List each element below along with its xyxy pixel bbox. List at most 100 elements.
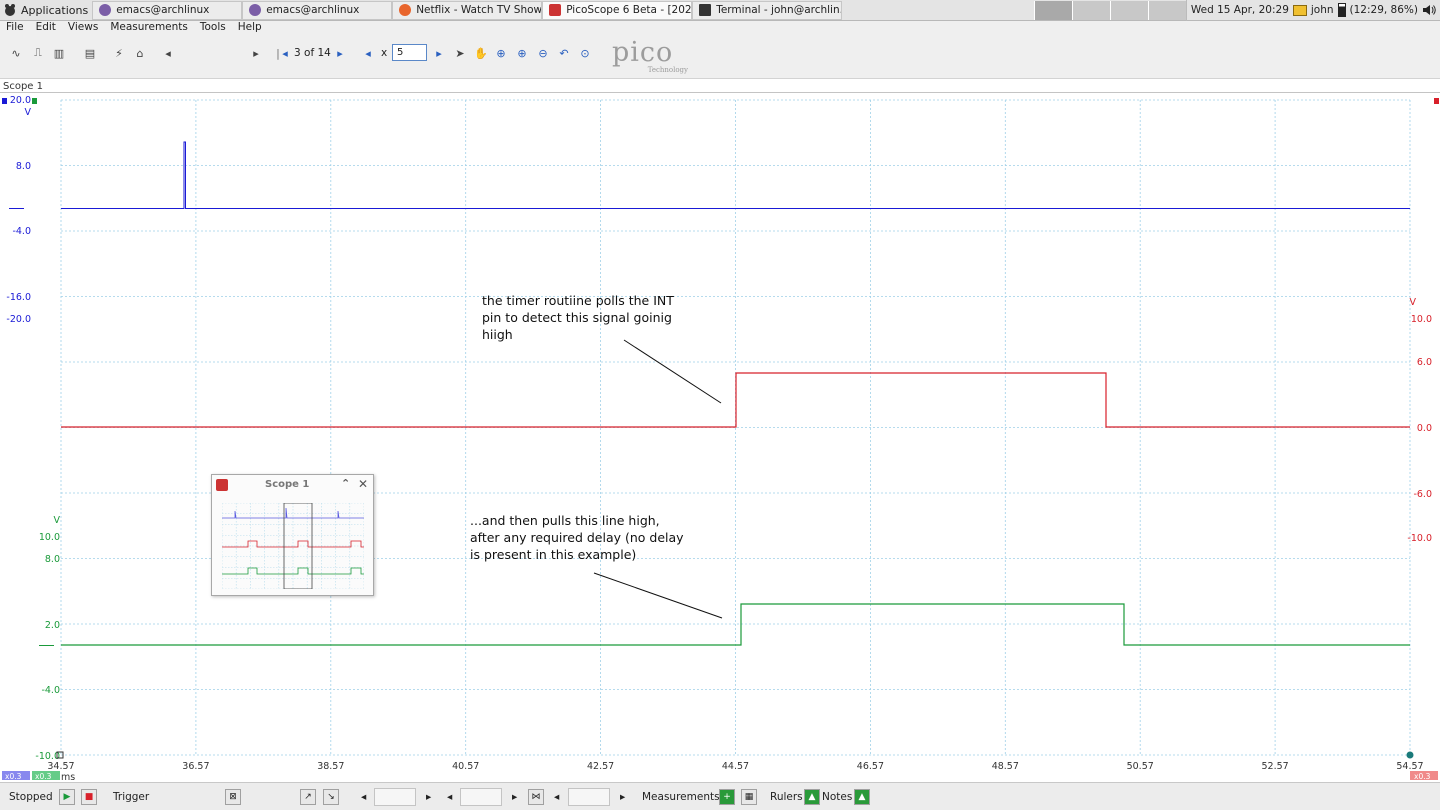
- applications-menu[interactable]: Applications: [0, 0, 92, 21]
- picoscope-icon: [549, 4, 562, 16]
- firefox-icon: [399, 4, 412, 16]
- menu-help[interactable]: Help: [232, 21, 268, 35]
- rising-edge-button[interactable]: ↗: [300, 789, 316, 805]
- overview-plot[interactable]: [222, 503, 364, 589]
- volume-icon[interactable]: [1422, 3, 1436, 17]
- annotation-top: the timer routiine polls the INT pin to …: [482, 292, 712, 343]
- x-tick-label: 44.57: [722, 761, 749, 772]
- zoom-fit-icon[interactable]: ⊙: [577, 45, 593, 61]
- notes-button[interactable]: ▲: [854, 789, 870, 805]
- undo-zoom-icon[interactable]: ↶: [556, 45, 572, 61]
- annotation-top-arrow: [623, 339, 722, 404]
- blue-unit-label: V: [25, 107, 32, 118]
- pico-logo: pico Technology: [612, 39, 694, 76]
- falling-edge-button[interactable]: ↘: [323, 789, 339, 805]
- x-tick-label: 40.57: [452, 761, 479, 772]
- workspace-4[interactable]: [1147, 0, 1186, 20]
- battery-icon[interactable]: [1337, 3, 1346, 17]
- task-emacs-2[interactable]: emacs@archlinux: [242, 0, 393, 20]
- trace-red: [61, 372, 1410, 428]
- x-badge-left2-text: x0.3: [35, 772, 52, 781]
- page-indicator: 3 of 14: [294, 47, 331, 59]
- task-label: PicoScope 6 Beta - [202...: [566, 4, 693, 16]
- overview-close-icon[interactable]: ✕: [358, 477, 368, 491]
- pretrigger-input[interactable]: [568, 788, 610, 806]
- channels-icon[interactable]: ▤: [82, 45, 98, 61]
- trigger-source-select[interactable]: [374, 788, 416, 806]
- buffer-back-icon[interactable]: ◂: [160, 45, 176, 61]
- pretrigger-prev-icon[interactable]: ◂: [554, 791, 559, 803]
- trigger-level-prev-icon[interactable]: ◂: [447, 791, 452, 803]
- user-name[interactable]: john: [1311, 4, 1334, 16]
- clock[interactable]: Wed 15 Apr, 20:29: [1191, 4, 1289, 16]
- trigger-advanced-button[interactable]: ⋈: [528, 789, 544, 805]
- task-terminal[interactable]: Terminal - john@archlin...: [692, 0, 843, 20]
- scope-mode-icon[interactable]: ∿: [8, 45, 24, 61]
- hand-tool-icon[interactable]: ✋: [473, 45, 489, 61]
- select-tool-icon[interactable]: ➤: [452, 45, 468, 61]
- add-measurement-button[interactable]: +: [719, 789, 735, 805]
- menu-file[interactable]: File: [0, 21, 30, 35]
- menu-views[interactable]: Views: [62, 21, 104, 35]
- trigger-mode-button[interactable]: ⊠: [225, 789, 241, 805]
- blue-channel-marker[interactable]: [2, 98, 7, 104]
- pretrigger-next-icon[interactable]: ▸: [620, 791, 625, 803]
- blue-tick-label: 8.0: [16, 161, 31, 172]
- green-tick-label: 2.0: [45, 620, 60, 631]
- page-next-icon[interactable]: ▸: [332, 45, 348, 61]
- task-firefox[interactable]: Netflix - Watch TV Show...: [392, 0, 543, 20]
- blue-tick-label: -16.0: [6, 292, 31, 303]
- zoom-out-icon[interactable]: ⊖: [535, 45, 551, 61]
- workspace-2[interactable]: [1071, 0, 1110, 20]
- start-button[interactable]: ▶: [59, 789, 75, 805]
- green-channel-marker[interactable]: [32, 98, 37, 104]
- home-icon[interactable]: ⌂: [132, 45, 148, 61]
- menu-measurements[interactable]: Measurements: [104, 21, 194, 35]
- overview-titlebar[interactable]: Scope 1 ⌃ ✕: [212, 475, 373, 495]
- x-tick-label: 46.57: [857, 761, 884, 772]
- task-picoscope[interactable]: PicoScope 6 Beta - [202...: [542, 0, 693, 20]
- rulers-button[interactable]: ▲: [804, 789, 820, 805]
- taskbar: Applications emacs@archlinux emacs@archl…: [0, 0, 1440, 21]
- toolbar: ∿ ⎍ ▥ ▤ ⚡ ⌂ ◂ ▸ | ◂ 3 of 14 ▸ ◂ x 5 ▸ ➤ …: [0, 35, 1440, 79]
- emacs-icon: [99, 4, 112, 16]
- red-channel-marker[interactable]: [1434, 98, 1439, 104]
- trace-blue: [61, 141, 1410, 209]
- menu-tools[interactable]: Tools: [194, 21, 232, 35]
- trigger-source-prev-icon[interactable]: ◂: [361, 791, 366, 803]
- spectrum-mode-icon[interactable]: ▥: [51, 45, 67, 61]
- page-prev-icon[interactable]: ◂: [277, 45, 293, 61]
- scope-tab[interactable]: Scope 1: [3, 81, 43, 92]
- rulers-label: Rulers: [770, 791, 803, 803]
- annotation-top-line: the timer routiine polls the INT: [482, 293, 674, 308]
- zoom-input[interactable]: 5: [392, 44, 427, 61]
- zoom-region-icon[interactable]: ⊕: [493, 45, 509, 61]
- workspace-1[interactable]: [1033, 0, 1072, 20]
- workspace-3[interactable]: [1109, 0, 1148, 20]
- zoom-next-icon[interactable]: ▸: [431, 45, 447, 61]
- x-axis-labels: 34.57 36.57 38.57 40.57 42.57 44.57 46.57 48.57…: [47, 761, 1423, 782]
- trigger-level-next-icon[interactable]: ▸: [512, 791, 517, 803]
- probe-icon[interactable]: ⚡: [111, 45, 127, 61]
- persistence-mode-icon[interactable]: ⎍: [30, 45, 46, 61]
- zoom-in-icon[interactable]: ⊕: [514, 45, 530, 61]
- mail-icon[interactable]: [1292, 4, 1307, 16]
- overview-collapse-icon[interactable]: ⌃: [341, 477, 350, 490]
- zoom-prefix: x: [381, 47, 388, 59]
- menu-edit[interactable]: Edit: [30, 21, 62, 35]
- stop-button[interactable]: ■: [81, 789, 97, 805]
- zoom-prev-icon[interactable]: ◂: [360, 45, 376, 61]
- measurement-table-button[interactable]: ▦: [741, 789, 757, 805]
- xfce-mouse-icon: [5, 4, 15, 16]
- task-emacs-1[interactable]: emacs@archlinux: [92, 0, 243, 20]
- trigger-label: Trigger: [113, 791, 150, 803]
- time-ruler-handle[interactable]: [1406, 751, 1414, 759]
- green-unit-label: V: [54, 515, 61, 526]
- trigger-level-input[interactable]: [460, 788, 502, 806]
- overview-window[interactable]: Scope 1 ⌃ ✕: [211, 474, 374, 596]
- scope-plot[interactable]: 20.0 8.0 -4.0 -16.0 V -20.0 10.0 6.0 0.0 -6.0 -10.…: [0, 92, 1440, 782]
- trigger-source-next-icon[interactable]: ▸: [426, 791, 431, 803]
- buffer-forward-icon[interactable]: ▸: [248, 45, 264, 61]
- battery-status: (12:29, 86%): [1349, 4, 1418, 16]
- annotation-bottom-line: after any required delay (no delay: [470, 530, 684, 545]
